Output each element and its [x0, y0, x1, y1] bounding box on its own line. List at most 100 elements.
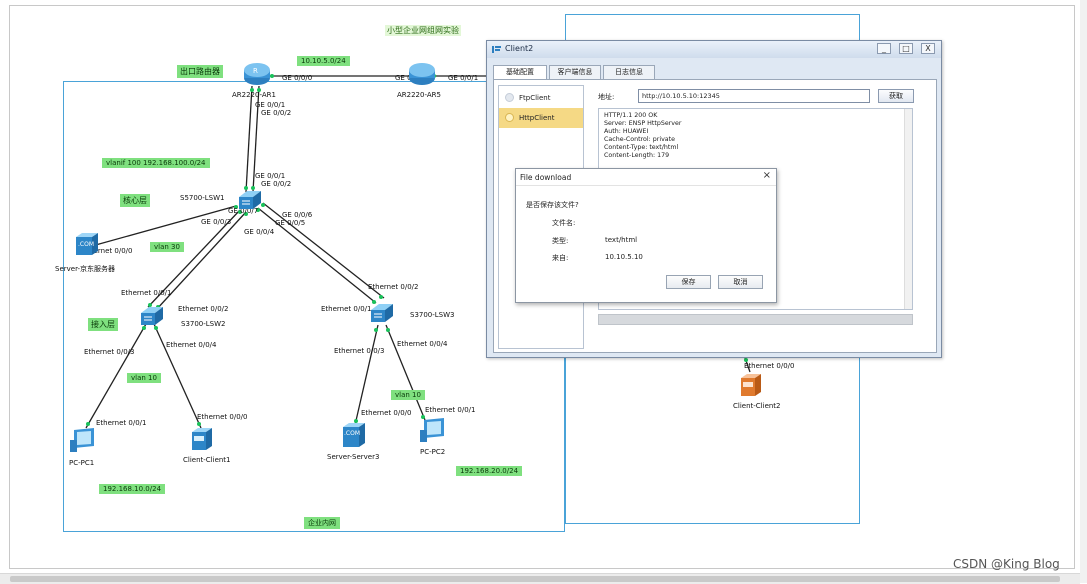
close-button[interactable]: X — [921, 43, 935, 54]
label-net20: 192.168.20.0/24 — [456, 466, 523, 476]
topology-title: 小型企业网组网实验 — [385, 25, 461, 36]
switch-icon — [239, 191, 261, 209]
save-button[interactable]: 保存 — [666, 275, 711, 289]
radio-icon — [505, 113, 514, 122]
maximize-button[interactable]: □ — [899, 43, 913, 54]
port-label: Ethernet 0/0/1 — [121, 289, 172, 297]
switch-lsw3[interactable] — [369, 302, 395, 324]
pc-icon — [70, 428, 94, 452]
port-label: GE 0/0/1 — [255, 172, 286, 180]
link-lsw1-serverjd — [91, 205, 237, 247]
port-label: Ethernet 0/0/2 — [368, 283, 419, 291]
port-label: Ethernet 0/0/1 — [321, 305, 372, 313]
device-name: S3700-LSW3 — [410, 311, 455, 319]
sidebar-item-httpclient[interactable]: HttpClient — [499, 108, 583, 128]
device-name: AR2220-AR5 — [397, 91, 441, 99]
dialog-value-type: text/html — [605, 236, 638, 244]
device-name: Server-京东服务器 — [55, 265, 116, 273]
pc-pc1[interactable] — [68, 426, 98, 454]
sidebar-item-label: FtpClient — [519, 94, 551, 102]
dialog-value-from: 10.10.5.10 — [605, 253, 643, 261]
client-client1[interactable] — [189, 426, 215, 452]
client-client2[interactable] — [738, 372, 764, 398]
port-label: GE 0/0/1 — [255, 101, 286, 109]
sidebar-item-label: HttpClient — [519, 114, 555, 122]
device-name: Client-Client2 — [733, 402, 781, 410]
router-ar5[interactable] — [408, 62, 436, 86]
label-net10: 192.168.10.0/24 — [99, 484, 166, 494]
port-label: GE 0/0/3 — [201, 218, 232, 226]
status-bar — [598, 314, 913, 325]
label-vlan30: vlan 30 — [150, 242, 184, 252]
client-icon — [741, 374, 761, 396]
tab-basic-config[interactable]: 基础配置 — [493, 65, 547, 80]
switch-lsw2[interactable] — [139, 305, 165, 327]
app-icon — [492, 46, 501, 53]
switch-lsw1[interactable] — [237, 189, 263, 211]
svg-text:R: R — [253, 67, 258, 75]
svg-text:.COM: .COM — [344, 430, 360, 437]
address-input[interactable]: http://10.10.5.10:12345 — [638, 89, 870, 103]
label-vlan10-b: vlan 10 — [391, 390, 425, 400]
device-name: S5700-LSW1 — [180, 194, 225, 202]
device-name: Server-Server3 — [327, 453, 380, 461]
dialog-key-type: 类型: — [552, 237, 569, 245]
window-titlebar[interactable]: Client2 _ □ X — [487, 41, 941, 58]
client-icon — [192, 428, 212, 450]
sidebar-item-ftpclient[interactable]: FtpClient — [499, 88, 583, 108]
router-ar1[interactable]: R — [243, 62, 271, 86]
label-internal-network: 企业内网 — [304, 517, 340, 529]
dialog-key-from: 来自: — [552, 254, 569, 262]
response-line: HTTP/1.1 200 OK — [604, 112, 658, 119]
watermark: CSDN @King Blog — [953, 557, 1060, 571]
port-label: Ethernet 0/0/0 — [361, 409, 412, 417]
port-label: Ethernet 0/0/3 — [84, 348, 135, 356]
response-line: Server: ENSP HttpServer — [604, 120, 682, 127]
pc-pc2[interactable] — [418, 416, 448, 444]
server-jd[interactable]: .COM — [74, 231, 100, 257]
dialog-key-filename: 文件名: — [552, 219, 576, 227]
port-label: GE 0/0/1 — [448, 74, 479, 82]
port-label: Ethernet 0/0/4 — [166, 341, 217, 349]
response-scrollbar[interactable] — [904, 109, 912, 309]
label-access-layer: 接入层 — [88, 318, 118, 331]
horizontal-scrollbar[interactable] — [0, 573, 1080, 584]
tab-client-info[interactable]: 客户端信息 — [549, 65, 601, 79]
label-vlan10: vlan 10 — [127, 373, 161, 383]
get-button[interactable]: 获取 — [878, 89, 914, 103]
vertical-scrollbar[interactable] — [1080, 0, 1087, 583]
port-label: Ethernet 0/0/2 — [178, 305, 229, 313]
scrollbar-thumb[interactable] — [10, 576, 1060, 582]
minimize-button[interactable]: _ — [877, 43, 891, 54]
link-lsw2-client1 — [153, 323, 202, 429]
tab-log-info[interactable]: 日志信息 — [603, 65, 655, 79]
label-core-layer: 核心层 — [120, 194, 150, 207]
server-server3[interactable]: .COM — [341, 421, 367, 449]
port-label: GE 0/0/4 — [244, 228, 275, 236]
window-title: Client2 — [505, 44, 534, 53]
port-label: GE 0/0/2 — [261, 180, 292, 188]
address-label: 地址: — [598, 93, 615, 101]
response-line: Content-Type: text/html — [604, 144, 679, 151]
port-label: GE 0/0/2 — [261, 109, 292, 117]
port-label: GE 0/0/6 — [282, 211, 313, 219]
router-icon — [409, 63, 435, 85]
pc-icon — [420, 418, 444, 442]
cancel-button[interactable]: 取消 — [718, 275, 763, 289]
port-label: Ethernet 0/0/3 — [334, 347, 385, 355]
response-line: Content-Length: 179 — [604, 152, 670, 159]
server-icon: .COM — [343, 423, 365, 447]
file-download-dialog[interactable]: File download × 是否保存该文件? 文件名: 类型: text/h… — [515, 168, 777, 303]
server-icon: .COM — [76, 233, 98, 255]
svg-text:.COM: .COM — [78, 241, 94, 248]
response-line: Cache-Control: private — [604, 136, 676, 143]
response-line: Auth: HUAWEI — [604, 128, 649, 135]
port-label: GE 0/0/5 — [275, 219, 306, 227]
port-label: Ethernet 0/0/4 — [397, 340, 448, 348]
dialog-close-icon[interactable]: × — [763, 170, 771, 181]
port-label: Ethernet 0/0/0 — [197, 413, 248, 421]
device-name: AR2220-AR1 — [232, 91, 276, 99]
switch-icon — [141, 307, 163, 325]
device-name: PC-PC2 — [420, 448, 446, 456]
dialog-question: 是否保存该文件? — [526, 201, 579, 209]
